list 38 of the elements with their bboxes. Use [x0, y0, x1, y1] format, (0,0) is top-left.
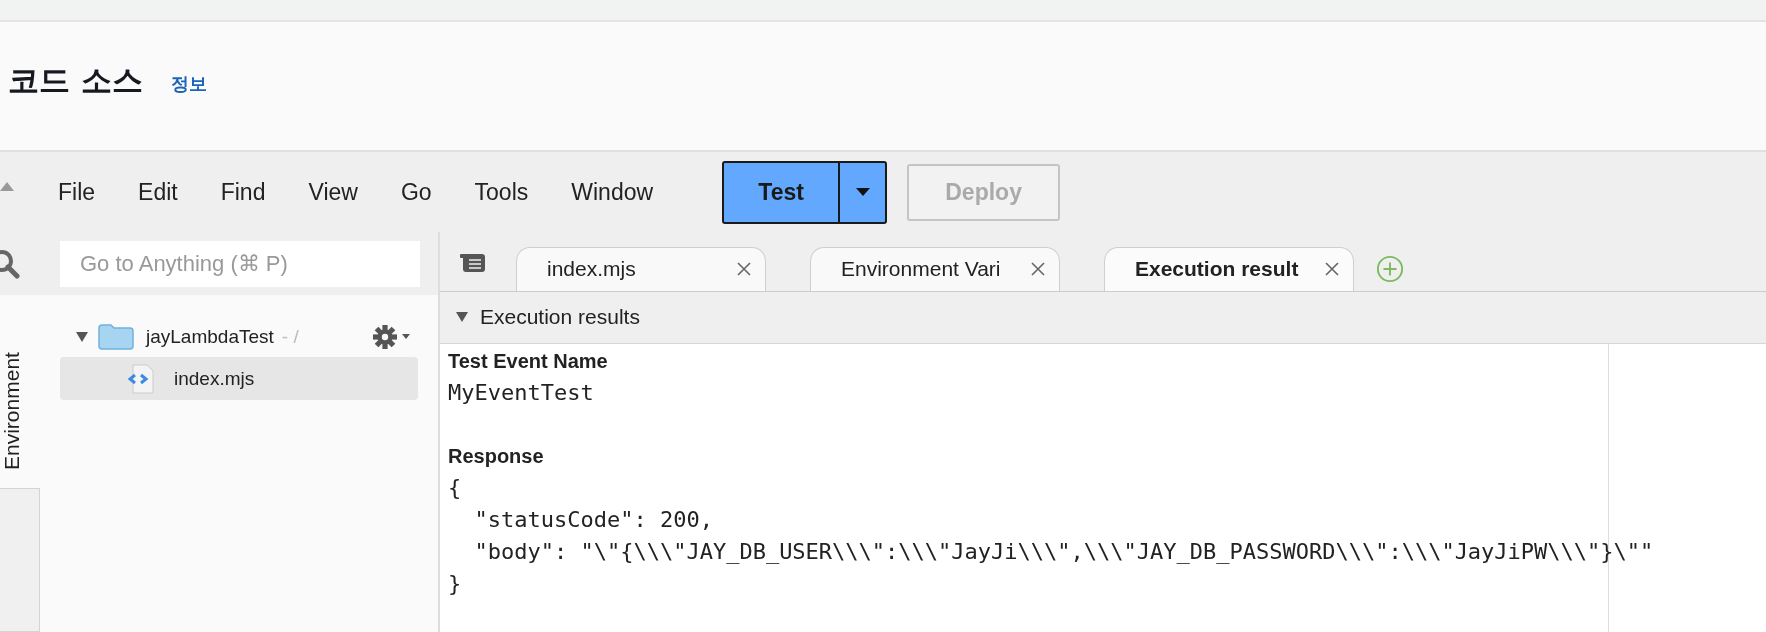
folder-name: jayLambdaTest	[146, 326, 274, 348]
code-line: }	[448, 570, 462, 598]
editor-tab[interactable]: Environment Vari	[810, 246, 1060, 291]
code-line: "body": "\"{\\\"JAY_DB_USER\\\":\\\"JayJi\\\",\\\"JAY_DB_PASSWORD\\\":\\\"JayJiPW\\\"}\""	[473, 538, 1654, 566]
close-icon[interactable]	[1031, 262, 1045, 277]
expand-icon[interactable]	[76, 332, 88, 342]
menu-item[interactable]: Find	[220, 178, 266, 206]
code-file-icon	[128, 363, 154, 394]
caret-icon[interactable]	[855, 188, 870, 196]
result-heading: Response	[448, 444, 545, 469]
section-title: 코드 소스	[8, 61, 143, 100]
menu-item[interactable]: Window	[571, 178, 654, 206]
search-field[interactable]: Go to Anything (⌘ P)	[60, 240, 420, 287]
folder-row[interactable]: jayLambdaTest - /	[60, 317, 418, 357]
folder-path: - /	[281, 326, 299, 348]
menu-item[interactable]: Go	[400, 178, 432, 206]
code-line: {	[448, 474, 462, 502]
menu-item[interactable]: View	[308, 178, 358, 206]
info-link[interactable]: 정보	[170, 72, 207, 96]
side-tab[interactable]: Environment	[0, 305, 40, 470]
test-button[interactable]: Test	[724, 162, 841, 222]
code-line: "statusCode": 200,	[473, 506, 713, 534]
code-line: MyEventTest	[448, 379, 594, 407]
close-icon[interactable]	[737, 262, 751, 277]
menu-item[interactable]: Edit	[138, 178, 178, 206]
folder-icon	[98, 324, 134, 350]
tab-list-icon[interactable]	[460, 252, 486, 273]
close-icon[interactable]	[1325, 262, 1339, 277]
results-header[interactable]: Execution results	[440, 291, 1766, 344]
editor-tab[interactable]: Execution result	[1104, 246, 1354, 291]
menu-item[interactable]: Tools	[474, 178, 529, 206]
menu-item[interactable]: File	[58, 178, 96, 206]
result-heading: Test Event Name	[448, 349, 609, 374]
editor-tab[interactable]: index.mjs	[516, 246, 766, 291]
gear-icon[interactable]	[372, 324, 412, 350]
test-split-button[interactable]: Test	[722, 160, 888, 224]
expand-icon[interactable]	[456, 312, 468, 323]
file-row[interactable]: index.mjs	[60, 357, 418, 400]
